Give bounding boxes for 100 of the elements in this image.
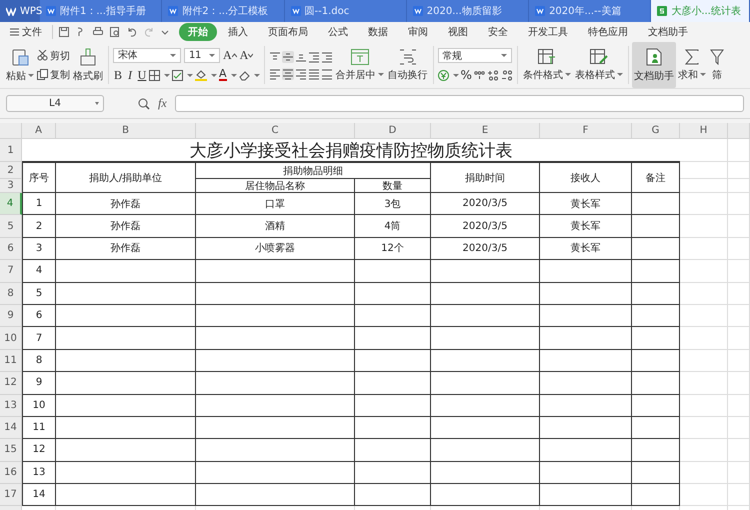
sum-button[interactable]: 求和 [676,42,708,88]
dropdown-icon[interactable] [161,28,169,36]
row-header[interactable]: 6 [0,238,22,260]
copy-button[interactable]: 复制 [37,68,70,82]
currency-button[interactable] [438,70,459,80]
row-header[interactable]: 11 [0,350,22,372]
save-icon[interactable] [59,27,69,37]
bold-button[interactable]: B [113,68,123,82]
table-style-icon [590,48,608,64]
table-cell: 4筒 [355,215,431,238]
file-menu[interactable]: 文件 [6,25,46,39]
align-top-button[interactable] [268,50,281,62]
font-select[interactable]: 宋体 [113,48,181,62]
ribbon-tab[interactable]: 安全 [479,23,517,41]
column-header[interactable]: C [196,123,355,139]
decrease-indent-button[interactable] [308,50,320,62]
filter-button[interactable]: 筛 [708,42,726,88]
document-icon [290,6,301,16]
row-header[interactable]: 3 [0,179,22,193]
ribbon-tab[interactable]: 审阅 [399,23,437,41]
row-header[interactable]: 14 [0,416,22,440]
align-middle-button[interactable] [282,50,294,62]
cell-style-button[interactable] [172,70,193,80]
paste-button[interactable]: 粘贴 [4,42,36,88]
percent-button[interactable]: % [460,68,472,82]
undo-icon[interactable] [127,27,137,37]
column-header[interactable]: F [540,123,632,139]
merge-center-button[interactable]: 合并居中 [334,42,386,88]
zoom-icon[interactable] [138,98,150,110]
row-header[interactable]: 4 [0,193,22,216]
row-header[interactable]: 10 [0,327,22,350]
increase-decimal-button[interactable] [486,70,499,80]
table-cell: 2020/3/5 [431,238,540,260]
ribbon-tab[interactable]: 文档助手 [639,23,697,41]
table-cell: 2 [22,215,56,238]
align-center-button[interactable] [282,68,294,80]
column-header[interactable]: D [355,123,431,139]
empty-cell [728,260,750,283]
cut-button[interactable]: 剪切 [37,48,70,62]
decrease-decimal-button[interactable] [500,70,513,80]
format-painter-button[interactable]: 格式刷 [71,42,105,88]
eraser-button[interactable] [238,70,260,80]
conditional-format-button[interactable]: 条件格式 [520,42,573,88]
align-right-icon [294,68,307,80]
cell-reference-box[interactable]: L4 [6,95,104,112]
row-header[interactable]: 5 [0,215,22,238]
justify-button[interactable] [308,68,320,80]
table-cell: 3包 [355,193,431,216]
italic-button[interactable]: I [125,68,135,82]
number-format-select[interactable]: 常规 [438,48,512,63]
align-right-button[interactable] [294,68,307,80]
align-left-button[interactable] [268,68,281,80]
row-header[interactable]: 17 [0,484,22,506]
row-header[interactable]: 8 [0,282,22,305]
borders-icon [149,70,160,80]
row-header[interactable]: 16 [0,462,22,484]
print-icon[interactable] [93,27,103,37]
document-tab[interactable]: WPS [0,0,40,22]
table-cell [632,327,680,350]
ribbon-tab[interactable]: 数据 [359,23,397,41]
table-cell: 5 [22,282,56,305]
row-header[interactable]: 2 [0,162,22,179]
ribbon-tab[interactable]: 公式 [319,23,357,41]
document-person-icon [646,48,662,66]
thousands-button[interactable] [474,70,485,80]
row-header[interactable]: 1 [0,139,22,162]
row-header[interactable]: 13 [0,394,22,417]
font-size-select[interactable]: 11 [184,48,220,62]
ribbon-tab[interactable]: 页面布局 [259,23,317,41]
formula-input[interactable] [174,95,744,112]
column-header[interactable]: E [431,123,540,139]
distribute-button[interactable] [320,68,333,80]
ribbon-tab[interactable]: 视图 [439,23,477,41]
column-header[interactable]: H [680,123,728,139]
conditional-format-icon [538,48,556,64]
function-label[interactable]: fx [158,96,167,111]
font-color-button[interactable]: A [219,69,237,81]
table-style-button[interactable]: 表格样式 [572,42,625,88]
borders-button[interactable] [149,70,170,80]
row-header[interactable]: 9 [0,304,22,328]
scissors-icon [37,50,48,61]
doc-assistant-button[interactable]: 文档助手 [632,42,676,88]
row-header[interactable]: 15 [0,439,22,462]
print-preview-icon[interactable] [110,27,120,37]
ribbon-tab[interactable]: 插入 [219,23,257,41]
column-header[interactable]: G [632,123,680,139]
fill-color-button[interactable] [195,69,217,81]
increase-indent-button[interactable] [320,50,333,62]
wrap-text-button[interactable]: 自动换行 [386,42,430,88]
ribbon-tab[interactable]: 特色应用 [579,23,637,41]
ribbon-tab[interactable]: 开发工具 [519,23,577,41]
row-header[interactable]: 12 [0,372,22,395]
document-icon [535,6,546,16]
document-icon [168,6,178,16]
row-header[interactable]: 7 [0,260,22,283]
grow-font-button[interactable]: A [223,48,237,62]
column-header[interactable]: B [56,123,196,139]
underline-button[interactable]: U [137,68,147,82]
column-header[interactable]: A [22,123,56,139]
shrink-font-button[interactable]: A [240,48,254,62]
